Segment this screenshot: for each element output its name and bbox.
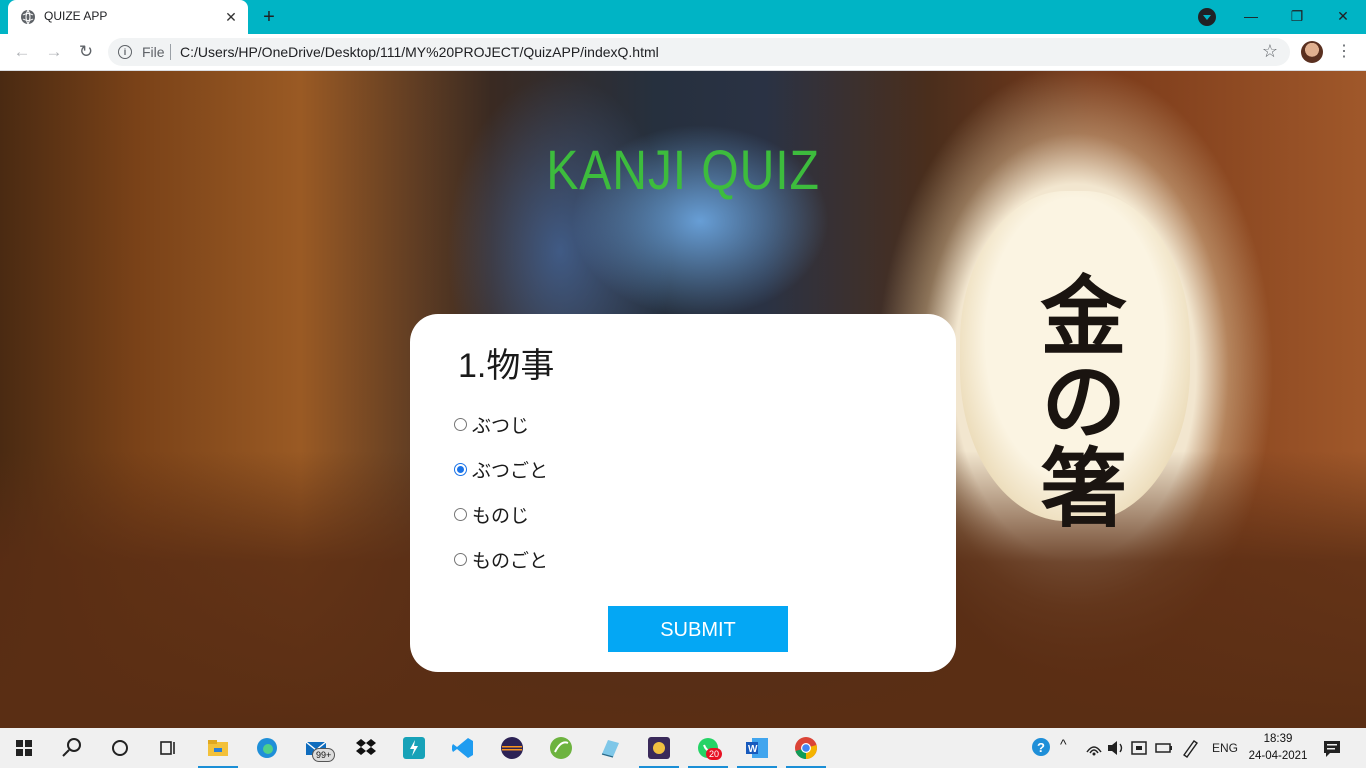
task-view-icon[interactable] [154, 734, 182, 762]
chevron-up-icon[interactable]: ^ [1060, 736, 1067, 752]
bookmark-star-icon[interactable]: ☆ [1262, 41, 1278, 62]
reload-button[interactable]: ↻ [74, 40, 98, 64]
answer-option-1[interactable]: ぶつじ [454, 413, 530, 437]
browser-toolbar: ← → ↻ i File C:/Users/HP/OneDrive/Deskto… [0, 34, 1366, 71]
lantern-text: 金の箸 [1025, 271, 1126, 529]
url-text[interactable]: C:/Users/HP/OneDrive/Desktop/111/MY%20PR… [180, 44, 659, 60]
cortana-icon[interactable] [106, 734, 134, 762]
notification-center-icon[interactable] [1318, 734, 1346, 762]
game-app-icon[interactable] [645, 734, 673, 762]
answer-option-3[interactable]: ものじ [454, 503, 530, 527]
browser-menu-icon[interactable]: ⋮ [1336, 40, 1352, 64]
option-label: ぶつじ [472, 415, 530, 437]
notepad-icon[interactable] [596, 734, 624, 762]
windows-taskbar: 99+ 20 W ? ^ ENG 18:39 24-04-2021 [0, 728, 1366, 768]
quiz-card: 1.物事 ぶつじ ぶつごと ものじ ものごと SUBMIT [410, 314, 956, 672]
tab-close-icon[interactable]: ✕ [222, 8, 240, 26]
info-icon[interactable]: i [118, 45, 132, 59]
question-text: 1.物事 [458, 347, 555, 385]
pen-icon[interactable] [1176, 734, 1204, 762]
tab-search-icon[interactable] [1198, 8, 1216, 26]
clock-time: 18:39 [1263, 733, 1293, 745]
radio-button[interactable] [454, 552, 467, 566]
radio-button[interactable] [454, 417, 467, 431]
back-button[interactable]: ← [10, 40, 34, 64]
radio-button[interactable] [454, 507, 467, 521]
edge-icon[interactable] [253, 734, 281, 762]
file-label: File [142, 44, 165, 60]
mail-badge: 99+ [312, 748, 336, 762]
minimize-button[interactable]: — [1231, 4, 1271, 28]
battery-icon[interactable] [1150, 734, 1178, 762]
radio-button-selected[interactable] [454, 462, 467, 476]
page-background: 金の箸 KANJI QUIZ 1.物事 ぶつじ ぶつごと ものじ ものごと SU… [0, 71, 1366, 728]
option-label: ものごと [472, 550, 549, 572]
word-icon[interactable]: W [743, 734, 771, 762]
whatsapp-badge: 20 [706, 748, 723, 760]
new-tab-button[interactable]: + [258, 6, 280, 28]
spring-tool-icon[interactable] [547, 734, 575, 762]
clock[interactable]: 18:39 24-04-2021 [1248, 731, 1308, 765]
restore-button[interactable]: ❐ [1277, 4, 1317, 28]
close-window-button[interactable]: ✕ [1323, 4, 1363, 28]
file-explorer-icon[interactable] [204, 734, 232, 762]
vscode-icon[interactable] [449, 734, 477, 762]
dropbox-icon[interactable] [352, 734, 380, 762]
separator [170, 44, 171, 60]
globe-icon [21, 9, 35, 25]
tab-title: QUIZE APP [44, 9, 108, 23]
language-indicator[interactable]: ENG [1212, 741, 1238, 755]
app-icon-teal[interactable] [400, 734, 428, 762]
help-icon[interactable]: ? [1028, 734, 1056, 762]
svg-text:?: ? [1037, 740, 1045, 755]
windows-start-icon[interactable] [10, 734, 38, 762]
clock-date: 24-04-2021 [1248, 750, 1308, 762]
option-label: ものじ [472, 505, 530, 527]
submit-button[interactable]: SUBMIT [608, 606, 788, 652]
quiz-title: KANJI QUIZ [546, 138, 820, 201]
address-bar[interactable]: i File C:/Users/HP/OneDrive/Desktop/111/… [108, 38, 1290, 66]
answer-option-4[interactable]: ものごと [454, 548, 549, 572]
svg-text:W: W [748, 744, 758, 755]
search-icon[interactable] [58, 734, 86, 762]
profile-avatar[interactable] [1301, 41, 1323, 63]
eclipse-icon[interactable] [498, 734, 526, 762]
forward-button[interactable]: → [42, 40, 66, 64]
tab-strip: QUIZE APP ✕ + — ❐ ✕ [0, 0, 1366, 34]
option-label: ぶつごと [472, 460, 549, 482]
chrome-icon[interactable] [792, 734, 820, 762]
answer-option-2[interactable]: ぶつごと [454, 458, 549, 482]
browser-tab[interactable]: QUIZE APP ✕ [8, 0, 248, 34]
